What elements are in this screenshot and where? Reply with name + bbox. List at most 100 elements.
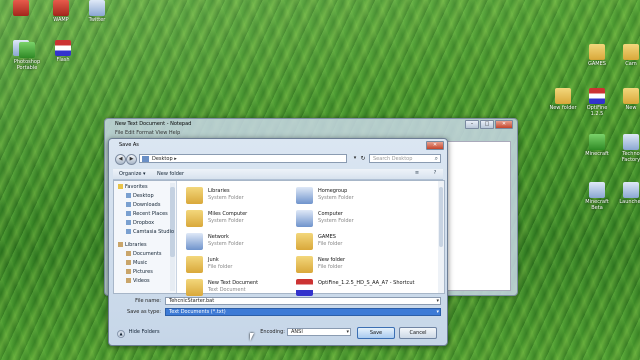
- file-name: New folder: [318, 257, 346, 263]
- folder-icon: [296, 256, 313, 273]
- desktop-icon-label: New folder: [549, 105, 577, 111]
- nav-item[interactable]: Documents: [126, 251, 162, 258]
- address-bar[interactable]: Desktop ▸: [139, 154, 347, 163]
- save-as-dialog: Save As ✕ ◀ ▶ Desktop ▸ ▾ ↻ Search Deskt…: [108, 138, 448, 346]
- help-icon[interactable]: ?: [431, 170, 439, 177]
- file-name-field[interactable]: TehcnicStarter.bat ▾: [165, 297, 441, 305]
- right-desktop-icon[interactable]: New folder: [548, 88, 578, 111]
- shortcut-icon: [589, 88, 605, 104]
- nav-item[interactable]: Music: [126, 260, 147, 267]
- folder-icon: [186, 210, 203, 227]
- library-icon: [126, 269, 131, 274]
- left-desktop-icon[interactable]: [6, 0, 36, 17]
- mouse-cursor-icon: [250, 333, 258, 341]
- desktop-icon-label: GAMES: [588, 61, 606, 67]
- minimize-button[interactable]: –: [465, 120, 479, 129]
- dialog-content: Favorites Desktop Downloads Recent Places Dr…: [113, 180, 445, 296]
- notepad-text-area[interactable]: [443, 141, 511, 291]
- save-type-label: Save as type:: [127, 309, 161, 315]
- file-name: Miles Computer: [208, 211, 248, 217]
- nav-item-label: Dropbox: [133, 220, 155, 226]
- right-desktop-icon[interactable]: GAMES: [582, 44, 612, 67]
- address-separator-icon[interactable]: ▸: [174, 156, 177, 162]
- nav-item[interactable]: Downloads: [126, 202, 160, 209]
- file-scroll-thumb[interactable]: [439, 187, 443, 247]
- maximize-button[interactable]: □: [480, 120, 494, 129]
- nav-scrollbar[interactable]: [170, 183, 175, 291]
- back-button[interactable]: ◀: [115, 154, 126, 165]
- save-type-select[interactable]: Text Documents (*.txt) ▾: [165, 308, 441, 316]
- dialog-close-button[interactable]: ✕: [426, 141, 444, 150]
- file-item[interactable]: Miles Computer System Folder: [184, 208, 294, 230]
- nav-item[interactable]: Favorites: [118, 184, 148, 191]
- nav-item[interactable]: Videos: [126, 278, 150, 285]
- shortcut-icon: [296, 279, 313, 296]
- file-name-label: File name:: [135, 298, 161, 304]
- file-item[interactable]: Junk File folder: [184, 254, 294, 276]
- right-desktop-icon[interactable]: Techno Factory: [616, 134, 640, 163]
- file-item[interactable]: New Text Document Text Document: [184, 277, 294, 299]
- left-desktop-icon[interactable]: WAMP: [46, 0, 76, 23]
- file-scrollbar[interactable]: [438, 181, 444, 293]
- right-desktop-icon[interactable]: Launcher: [616, 182, 640, 205]
- system-icon: [296, 187, 313, 204]
- right-desktop-icon[interactable]: New: [616, 88, 640, 111]
- navigation-pane: Favorites Desktop Downloads Recent Places Dr…: [114, 181, 177, 293]
- file-type: File folder: [208, 264, 233, 270]
- new-folder-button[interactable]: New folder: [157, 170, 184, 178]
- notepad-title: New Text Document - Notepad: [115, 121, 192, 127]
- address-bar-row: ◀ ▶ Desktop ▸ ▾ ↻ Search Desktop ⌕: [115, 154, 441, 165]
- nav-item[interactable]: Recent Places: [126, 211, 168, 218]
- desktop-icon-label: New: [625, 105, 637, 111]
- file-list: Libraries System Folder Homegroup System Fo…: [178, 181, 436, 296]
- folder-icon: [186, 256, 203, 273]
- file-item[interactable]: Computer System Folder: [294, 208, 404, 230]
- refresh-icon[interactable]: ↻: [359, 154, 367, 163]
- view-options-icon[interactable]: ≡: [413, 170, 421, 177]
- folder-icon: [186, 279, 203, 296]
- star-icon: [118, 184, 123, 189]
- file-item[interactable]: New folder File folder: [294, 254, 404, 276]
- file-item[interactable]: Libraries System Folder: [184, 185, 294, 207]
- organize-button[interactable]: Organize ▾: [119, 170, 146, 178]
- right-desktop-icon[interactable]: OptiFine 1.2.5: [582, 88, 612, 117]
- file-item[interactable]: GAMES File folder: [294, 231, 404, 253]
- file-item[interactable]: OptiFine_1.2.5_HD_S_AA_A7 - Shortcut: [294, 277, 414, 299]
- search-input[interactable]: Search Desktop ⌕: [369, 154, 441, 163]
- file-item[interactable]: Homegroup System Folder: [294, 185, 404, 207]
- right-desktop-icon[interactable]: Minecraft: [582, 134, 612, 157]
- forward-button[interactable]: ▶: [126, 154, 137, 165]
- left-desktop-icon[interactable]: Photoshop Portable: [12, 42, 42, 71]
- nav-item-label: Pictures: [133, 269, 153, 275]
- search-icon[interactable]: ⌕: [435, 155, 438, 163]
- address-dropdown-icon[interactable]: ▾: [351, 154, 359, 163]
- file-item[interactable]: Network System Folder: [184, 231, 294, 253]
- right-desktop-icon[interactable]: Cam: [616, 44, 640, 67]
- nav-item[interactable]: Pictures: [126, 269, 153, 276]
- shortcut-icon: [55, 40, 71, 56]
- nav-item[interactable]: Camtasia Studio: [126, 229, 174, 236]
- hide-folders-button[interactable]: ▲ Hide Folders: [117, 329, 160, 338]
- save-type-dropdown-icon[interactable]: ▾: [436, 309, 439, 315]
- cancel-button[interactable]: Cancel: [399, 327, 437, 339]
- right-desktop-icon[interactable]: Minecraft Beta: [582, 182, 612, 211]
- nav-item[interactable]: Dropbox: [126, 220, 154, 227]
- nav-item[interactable]: Desktop: [126, 193, 154, 200]
- encoding-select[interactable]: ANSI ▾: [287, 328, 351, 336]
- left-desktop-icon[interactable]: Flash: [48, 40, 78, 63]
- notepad-menubar[interactable]: File Edit Format View Help: [105, 129, 517, 137]
- search-placeholder: Search Desktop: [373, 156, 413, 162]
- desktop-icon-label: WAMP: [53, 17, 69, 23]
- file-type: System Folder: [208, 195, 244, 201]
- file-name-dropdown-icon[interactable]: ▾: [436, 298, 439, 304]
- desktop-icon-label: Photoshop Portable: [13, 59, 41, 71]
- nav-item-label: Favorites: [125, 184, 148, 190]
- nav-item-label: Downloads: [133, 202, 161, 208]
- nav-item[interactable]: Libraries: [118, 242, 147, 249]
- close-button[interactable]: ✕: [495, 120, 513, 129]
- save-button[interactable]: Save: [357, 327, 395, 339]
- encoding-dropdown-icon[interactable]: ▾: [346, 329, 349, 335]
- nav-scroll-thumb[interactable]: [170, 187, 175, 257]
- file-name: OptiFine_1.2.5_HD_S_AA_A7 - Shortcut: [318, 280, 415, 286]
- left-desktop-icon[interactable]: Twitter: [82, 0, 112, 23]
